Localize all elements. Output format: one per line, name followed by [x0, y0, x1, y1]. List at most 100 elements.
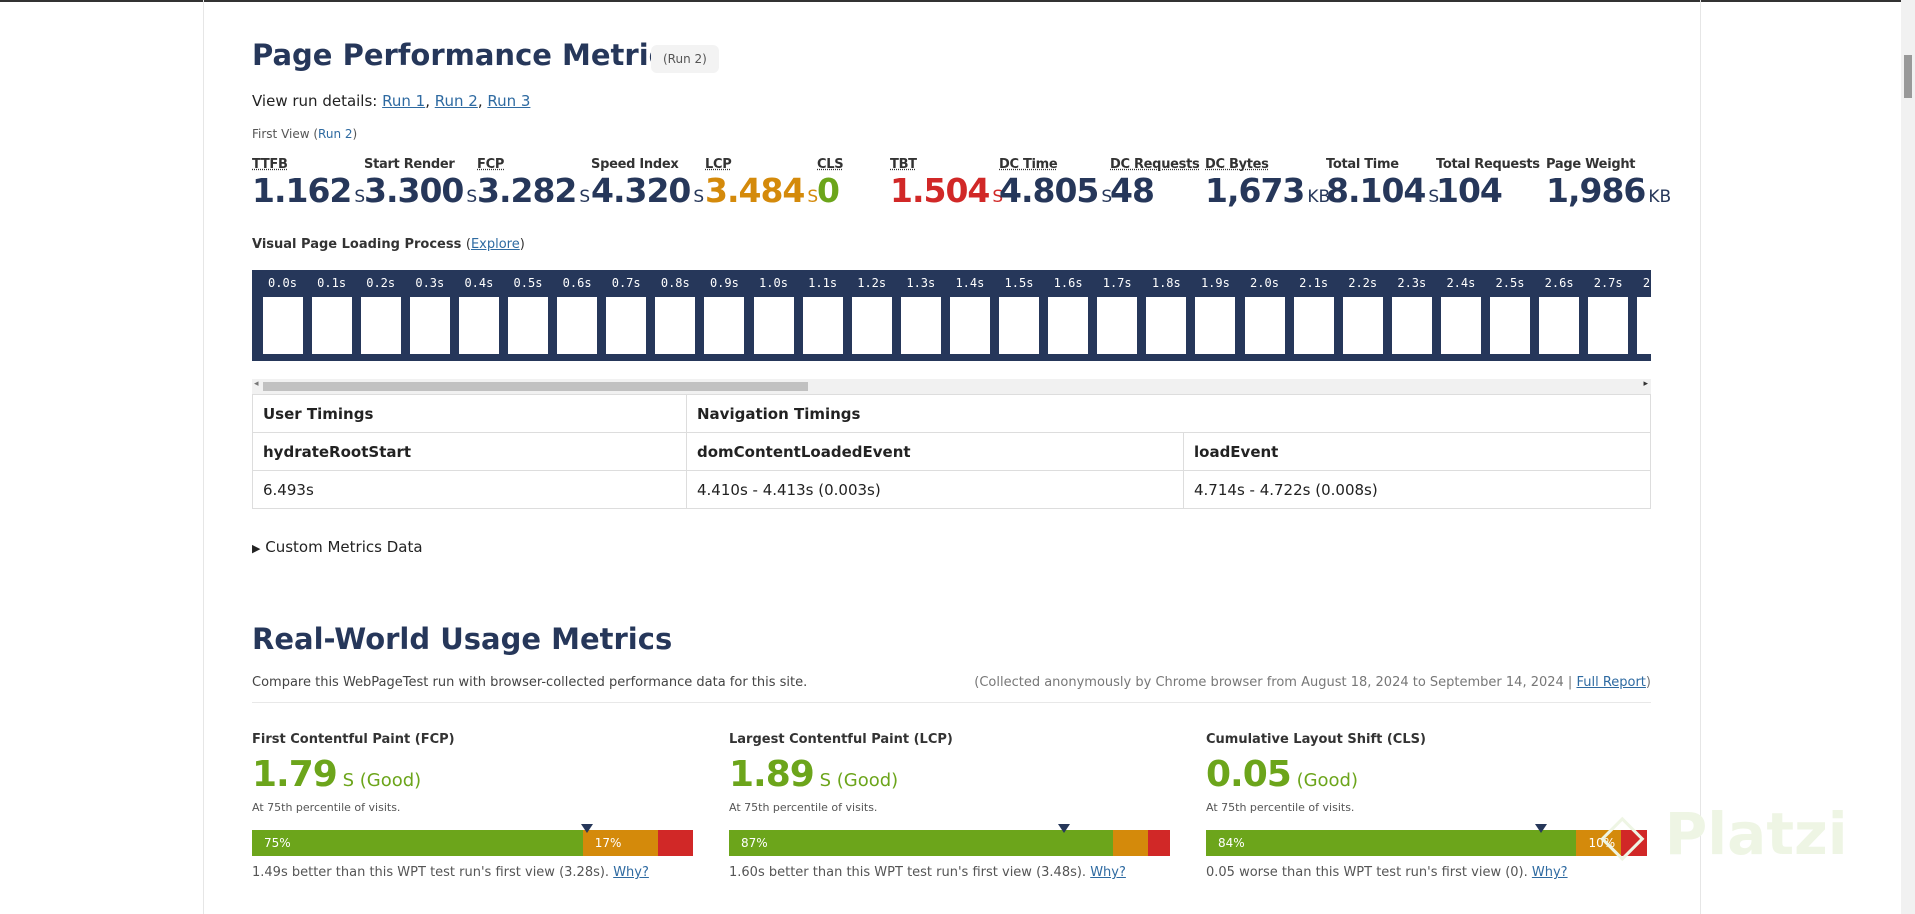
film-frame[interactable]: 0.6s — [553, 270, 602, 354]
frame-thumbnail[interactable] — [1195, 297, 1236, 354]
film-frame[interactable]: 2.2s — [1338, 270, 1387, 354]
scrollbar-thumb[interactable] — [263, 382, 808, 391]
metric-value: 3.484 S — [705, 171, 819, 210]
film-frame[interactable]: 2.0s — [1240, 270, 1289, 354]
filmstrip[interactable]: 0.0s 0.1s 0.2s 0.3s 0.4s 0.5s 0.6s 0.7s 0.8s 0.9s… — [252, 270, 1651, 361]
explore-link[interactable]: Explore — [471, 237, 520, 252]
scroll-right-icon[interactable]: ▸ — [1643, 379, 1648, 389]
film-frame[interactable]: 1.4s — [945, 270, 994, 354]
film-frame[interactable]: 1.2s — [847, 270, 896, 354]
run-3-link[interactable]: Run 3 — [487, 92, 530, 110]
film-frame[interactable]: 1.7s — [1093, 270, 1142, 354]
frame-thumbnail[interactable] — [1342, 297, 1383, 354]
metric-1: Start Render 3.300 S — [364, 157, 477, 216]
frame-thumbnail[interactable] — [851, 297, 892, 354]
card-value: 1.89 S (Good) — [729, 754, 899, 795]
frame-thumbnail[interactable] — [1097, 297, 1138, 354]
metric-value: 1.504 S — [890, 171, 1004, 210]
metric-value: 1,986 KB — [1546, 171, 1672, 210]
metric-3: Speed Index 4.320 S — [591, 157, 704, 216]
custom-metrics-toggle[interactable]: ▶ Custom Metrics Data — [252, 538, 423, 556]
first-view-run-link[interactable]: Run 2 — [318, 127, 352, 141]
frame-time: 1.6s — [1053, 276, 1083, 290]
frame-thumbnail[interactable] — [655, 297, 696, 354]
metric-value: 1,673 KB — [1205, 171, 1331, 210]
frame-thumbnail[interactable] — [1048, 297, 1089, 354]
scroll-left-icon[interactable]: ◂ — [254, 379, 259, 389]
rw-card: Cumulative Layout Shift (CLS) 0.05 (Good… — [1206, 732, 1647, 880]
metric-6: TBT 1.504 S — [890, 157, 1003, 216]
run-details: View run details: Run 1, Run 2, Run 3 — [252, 92, 531, 110]
why-link[interactable]: Why? — [1532, 865, 1568, 880]
film-frame[interactable]: 2.4s — [1436, 270, 1485, 354]
frame-time: 1.5s — [1004, 276, 1034, 290]
page-scrollbar-thumb[interactable] — [1904, 55, 1912, 98]
frame-thumbnail[interactable] — [900, 297, 941, 354]
bar-good: 84% — [1206, 830, 1577, 856]
metric-value: 104 — [1436, 171, 1503, 210]
film-frame[interactable]: 0.4s — [454, 270, 503, 354]
frame-thumbnail[interactable] — [1244, 297, 1285, 354]
run-2-link[interactable]: Run 2 — [435, 92, 478, 110]
frame-thumbnail[interactable] — [704, 297, 745, 354]
film-frame[interactable]: 0.8s — [651, 270, 700, 354]
metric-10: Total Time 8.104 S — [1326, 157, 1439, 216]
frame-thumbnail[interactable] — [360, 297, 401, 354]
film-frame[interactable]: 0.3s — [405, 270, 454, 354]
frame-thumbnail[interactable] — [1539, 297, 1580, 354]
frame-thumbnail[interactable] — [557, 297, 598, 354]
frame-thumbnail[interactable] — [1588, 297, 1629, 354]
frame-thumbnail[interactable] — [1293, 297, 1334, 354]
film-frame[interactable]: 0.0s — [258, 270, 307, 354]
bar-needs-improvement — [1112, 830, 1148, 856]
frame-thumbnail[interactable] — [949, 297, 990, 354]
run-1-link[interactable]: Run 1 — [382, 92, 425, 110]
film-frame[interactable]: 0.5s — [504, 270, 553, 354]
film-frame[interactable]: 2.5s — [1486, 270, 1535, 354]
film-frame[interactable]: 1.9s — [1191, 270, 1240, 354]
frame-thumbnail[interactable] — [1146, 297, 1187, 354]
frame-thumbnail[interactable] — [999, 297, 1039, 354]
film-frame[interactable]: 1.3s — [896, 270, 945, 354]
metric-value: 8.104 S — [1326, 171, 1440, 210]
frame-thumbnail[interactable] — [458, 297, 499, 354]
page-scrollbar[interactable] — [1901, 0, 1915, 914]
full-report-link[interactable]: Full Report — [1576, 675, 1645, 690]
film-frame[interactable]: 1.0s — [749, 270, 798, 354]
metric-label: Start Render — [364, 157, 455, 172]
film-frame[interactable]: 0.7s — [602, 270, 651, 354]
frame-time: 1.7s — [1102, 276, 1132, 290]
film-frame[interactable]: 0.2s — [356, 270, 405, 354]
bar-needs-improvement: 17% — [582, 830, 658, 856]
why-link[interactable]: Why? — [1090, 865, 1126, 880]
film-frame[interactable]: 1.1s — [798, 270, 847, 354]
film-frame[interactable]: 0.9s — [700, 270, 749, 354]
film-frame[interactable]: 2.6s — [1535, 270, 1584, 354]
frame-thumbnail[interactable] — [753, 297, 794, 354]
frame-thumbnail[interactable] — [1637, 297, 1651, 354]
marker-icon — [581, 824, 594, 833]
film-frame[interactable]: 2.8s — [1633, 270, 1651, 354]
frame-thumbnail[interactable] — [1391, 297, 1432, 354]
frame-thumbnail[interactable] — [1440, 297, 1481, 354]
frame-thumbnail[interactable] — [1490, 297, 1530, 354]
filmstrip-scrollbar[interactable]: ◂ ▸ — [252, 379, 1651, 394]
card-value: 0.05 (Good) — [1206, 754, 1359, 795]
rw-collected-text: (Collected anonymously by Chrome browser… — [974, 675, 1651, 690]
frame-thumbnail[interactable] — [606, 297, 647, 354]
frame-thumbnail[interactable] — [802, 297, 843, 354]
film-frame[interactable]: 2.3s — [1387, 270, 1436, 354]
film-frame[interactable]: 0.1s — [307, 270, 356, 354]
film-frame[interactable]: 2.7s — [1584, 270, 1633, 354]
card-note: 1.49s better than this WPT test run's fi… — [252, 865, 649, 880]
film-frame[interactable]: 1.5s — [995, 270, 1044, 354]
frame-thumbnail[interactable] — [508, 297, 548, 354]
film-frame[interactable]: 1.8s — [1142, 270, 1191, 354]
film-frame[interactable]: 2.1s — [1289, 270, 1338, 354]
why-link[interactable]: Why? — [613, 865, 649, 880]
frame-thumbnail[interactable] — [262, 297, 303, 354]
film-frame[interactable]: 1.6s — [1044, 270, 1093, 354]
frame-thumbnail[interactable] — [311, 297, 352, 354]
frame-thumbnail[interactable] — [409, 297, 450, 354]
frame-time: 2.3s — [1397, 276, 1427, 290]
